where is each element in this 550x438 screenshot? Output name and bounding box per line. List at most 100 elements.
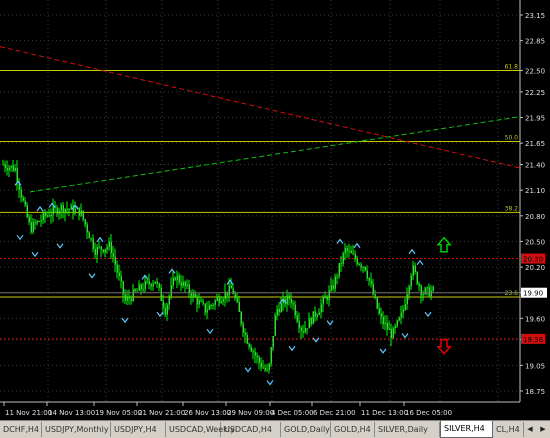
candle-body: [378, 308, 380, 314]
candle-body: [306, 328, 308, 330]
candle-body: [212, 304, 214, 306]
candle-body: [364, 267, 366, 271]
candle-body: [308, 318, 310, 329]
candle-body: [134, 289, 136, 291]
candle-body: [326, 297, 328, 300]
price-tick-label: 22.50: [525, 68, 545, 76]
tab-scroll-left-button[interactable]: ◀: [524, 423, 536, 436]
candle-body: [222, 299, 224, 302]
candle-body: [228, 285, 230, 296]
candle-body: [392, 328, 394, 339]
candle-body: [360, 264, 362, 268]
candle-body: [300, 327, 302, 331]
candle-body: [246, 335, 248, 344]
candle-body: [410, 275, 412, 287]
candle-body: [136, 290, 138, 292]
candle-body: [262, 367, 264, 369]
chart-tab[interactable]: USDJPY,H4: [111, 422, 166, 437]
candle-body: [124, 294, 126, 301]
candle-body: [66, 208, 68, 210]
chart-tab[interactable]: CL,H4: [493, 422, 524, 437]
fib-level-label: 23.6: [505, 290, 519, 297]
price-tick-label: 21.95: [525, 115, 545, 123]
candle-body: [268, 363, 270, 370]
candle-body: [302, 330, 304, 333]
candle-body: [150, 284, 152, 287]
candle-body: [130, 298, 132, 301]
candle-body: [396, 320, 398, 327]
fib-level-label: 38.2: [505, 205, 519, 212]
chart-tab[interactable]: SILVER,H4: [440, 421, 493, 438]
fib-level-label: 50.0: [505, 134, 519, 141]
candle-body: [96, 246, 98, 256]
price-tick-label: 19.05: [525, 362, 545, 370]
candle-body: [148, 281, 150, 285]
candle-body: [38, 221, 40, 223]
candle-body: [80, 210, 82, 216]
tab-scroll-right-button[interactable]: ▶: [537, 423, 549, 436]
price-tick-label: 20.20: [525, 264, 545, 272]
candle-body: [290, 298, 292, 304]
candle-body: [20, 189, 22, 198]
candle-body: [336, 276, 338, 278]
candle-body: [430, 290, 432, 297]
chart-tab[interactable]: USDCAD,Weekly: [166, 422, 235, 437]
chart-tab[interactable]: GOLD,Daily: [281, 422, 331, 437]
candle-body: [16, 168, 18, 182]
candle-body: [188, 284, 190, 294]
candle-body: [254, 352, 256, 356]
candle-body: [416, 272, 418, 284]
price-tick-label: 22.25: [525, 89, 545, 97]
candle-body: [242, 323, 244, 333]
candle-body: [264, 367, 266, 371]
candle-body: [6, 167, 8, 171]
candle-body: [198, 300, 200, 305]
candle-body: [166, 304, 168, 315]
candle-body: [56, 207, 58, 214]
candle-body: [348, 250, 350, 252]
time-tick-label: 26 Nov 13:00: [184, 409, 231, 417]
candle-body: [426, 287, 428, 289]
candle-body: [160, 287, 162, 301]
candle-body: [182, 281, 184, 286]
candle-body: [74, 208, 76, 214]
candle-body: [120, 276, 122, 282]
price-tick-label: 22.85: [525, 38, 545, 46]
candle-body: [322, 297, 324, 305]
candle-body: [352, 253, 354, 255]
candle-body: [354, 253, 356, 259]
candle-body: [220, 301, 222, 303]
candle-body: [216, 297, 218, 301]
price-chart[interactable]: 61.8 50.0 38.2 23.6 23.15 22.85 22.50 22.25 21.…: [0, 0, 550, 420]
time-tick-label: 14 Nov 13:00: [48, 409, 95, 417]
chart-tab[interactable]: USDCAD,H4: [221, 422, 281, 437]
candle-body: [276, 308, 278, 316]
chart-tab[interactable]: DCHF,H4: [0, 422, 42, 437]
candle-body: [342, 253, 344, 264]
candle-body: [92, 238, 94, 249]
candle-body: [236, 297, 238, 302]
candle-body: [278, 308, 280, 313]
price-tick-label: 20.50: [525, 238, 545, 246]
candle-body: [8, 167, 10, 171]
candle-body: [368, 278, 370, 281]
candle-body: [418, 283, 420, 287]
candle-body: [110, 241, 112, 254]
candle-body: [394, 326, 396, 329]
candle-body: [292, 303, 294, 305]
candle-body: [316, 315, 318, 317]
chart-tab[interactable]: SILVER,Daily: [375, 422, 440, 437]
chart-tab[interactable]: GOLD,H4: [331, 422, 375, 437]
time-tick-label: 21 Nov 21:00: [138, 409, 185, 417]
candle-body: [34, 222, 36, 224]
chart-tab[interactable]: USDJPY,Monthly: [42, 422, 111, 437]
candle-body: [204, 303, 206, 313]
candle-body: [304, 328, 306, 333]
candle-body: [50, 214, 52, 217]
candle-body: [180, 282, 182, 286]
candle-body: [156, 281, 158, 284]
candle-body: [240, 311, 242, 324]
candle-body: [146, 281, 148, 283]
candle-body: [118, 272, 120, 277]
time-tick-label: 29 Nov 09:00: [227, 409, 274, 417]
